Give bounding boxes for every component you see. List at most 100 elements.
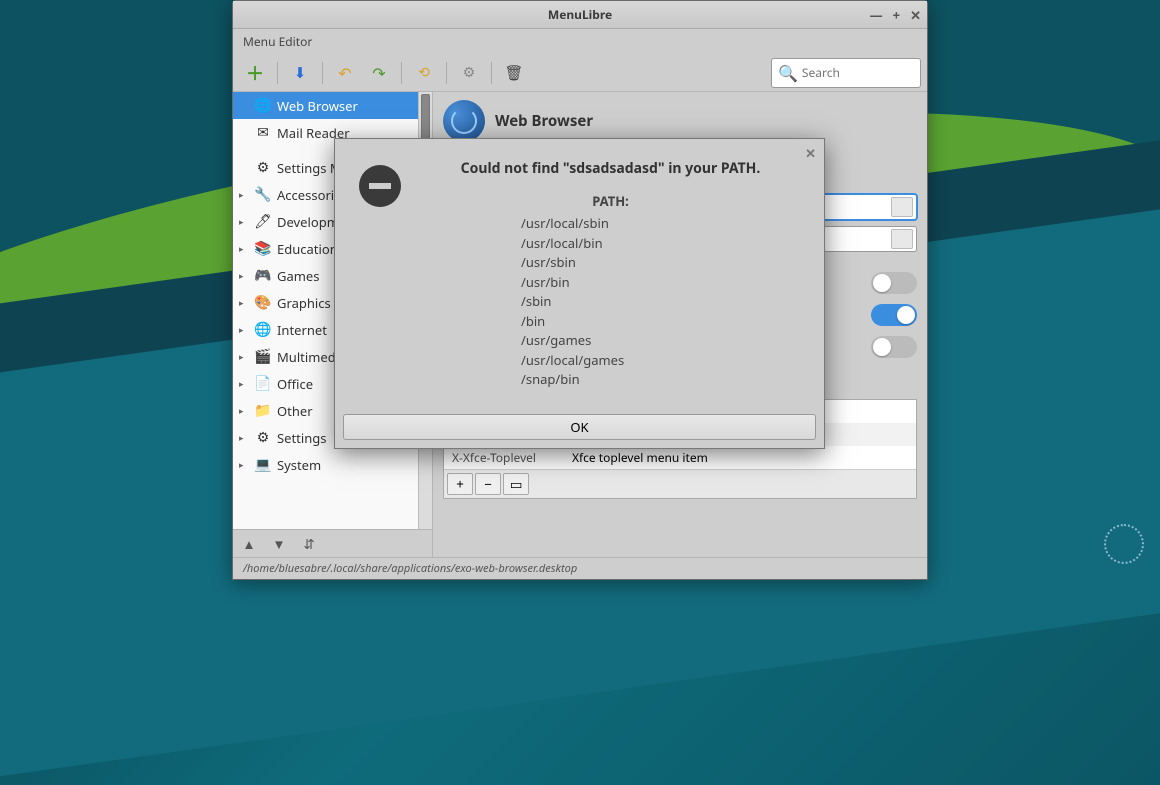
category-add-button[interactable]: +: [447, 473, 473, 495]
ok-button[interactable]: OK: [343, 414, 816, 440]
dev-icon: 🖊: [254, 213, 272, 231]
error-icon: [359, 165, 401, 207]
delete-button[interactable]: 🗑: [498, 58, 530, 88]
system-icon: 💻: [254, 456, 272, 474]
toolbar: ＋ ⬇ ↶ ↷ ⟲ ⚙ 🗑 🔍: [233, 54, 927, 92]
save-button[interactable]: ⬇: [284, 58, 316, 88]
minus-icon: −: [484, 475, 492, 493]
category-value: Xfce toplevel menu item: [572, 449, 708, 466]
search-icon: 🔍: [778, 62, 798, 84]
close-button[interactable]: ✕: [910, 6, 921, 24]
search-box[interactable]: 🔍: [771, 58, 921, 88]
search-input[interactable]: [802, 64, 914, 81]
sidebar-item-label: Web Browser: [277, 97, 358, 115]
toggle-2[interactable]: [871, 304, 917, 326]
sidebar-item-label: Other: [277, 402, 313, 420]
category-clear-button[interactable]: ▭: [503, 473, 529, 495]
expand-icon: ▸: [239, 377, 249, 390]
office-icon: 📄: [254, 375, 272, 393]
path-entry: /usr/games: [521, 331, 800, 351]
revert-button[interactable]: ⟲: [408, 58, 440, 88]
path-entry: /snap/bin: [521, 370, 800, 390]
move-up-button[interactable]: ▲: [235, 532, 263, 555]
gears-icon: ⚙: [463, 63, 476, 82]
expand-icon: ▸: [239, 350, 249, 363]
sidebar-item-label: System: [277, 456, 321, 474]
category-key: X-Xfce-Toplevel: [452, 449, 572, 466]
expand-icon: ▸: [239, 404, 249, 417]
sidebar-item-system[interactable]: ▸ 💻 System: [233, 451, 418, 478]
path-entry: /usr/local/sbin: [521, 214, 800, 234]
path-entry: /usr/sbin: [521, 253, 800, 273]
graphics-icon: 🎨: [254, 294, 272, 312]
toggle-1[interactable]: [871, 272, 917, 294]
edu-icon: 📚: [254, 240, 272, 258]
path-entry: /usr/local/games: [521, 351, 800, 371]
path-entry: /usr/bin: [521, 273, 800, 293]
move-down-button[interactable]: ▼: [265, 532, 293, 555]
undo-button[interactable]: ↶: [329, 58, 361, 88]
revert-icon: ⟲: [418, 63, 430, 82]
expand-icon: ▸: [239, 188, 249, 201]
add-button[interactable]: ＋: [239, 58, 271, 88]
sidebar-item-web-browser[interactable]: 🌐 Web Browser: [233, 92, 418, 119]
expand-icon: ▸: [239, 296, 249, 309]
sort-button[interactable]: ⇵: [295, 532, 323, 555]
dialog-close-button[interactable]: ✕: [805, 144, 816, 162]
redo-button[interactable]: ↷: [363, 58, 395, 88]
path-label: PATH:: [421, 192, 800, 210]
expand-icon: ▸: [239, 458, 249, 471]
arrow-down-icon: ▼: [272, 535, 285, 553]
expand-icon: ▸: [239, 269, 249, 282]
expand-icon: ▸: [239, 242, 249, 255]
window-subtitle: Menu Editor: [233, 29, 927, 54]
content-title: Web Browser: [495, 111, 593, 131]
execute-button[interactable]: ⚙: [453, 58, 485, 88]
globe-icon: 🌐: [254, 97, 272, 115]
settings-icon: ⚙: [254, 429, 272, 447]
dock-indicator[interactable]: [1104, 524, 1144, 564]
redo-icon: ↷: [372, 62, 385, 84]
sidebar-item-label: Office: [277, 375, 313, 393]
sidebar-item-label: Games: [277, 267, 319, 285]
media-icon: 🎬: [254, 348, 272, 366]
path-entry: /bin: [521, 312, 800, 332]
trash-icon: 🗑: [504, 63, 523, 83]
expand-icon: ▸: [239, 431, 249, 444]
games-icon: 🎮: [254, 267, 272, 285]
toggle-3[interactable]: [871, 336, 917, 358]
globe-icon: 🌐: [254, 321, 272, 339]
expand-icon: ▸: [239, 323, 249, 336]
sidebar-item-label: Settings: [277, 429, 326, 447]
save-icon: ⬇: [294, 63, 307, 83]
statusbar: /home/bluesabre/.local/share/application…: [233, 557, 927, 579]
sidebar-footer: ▲ ▼ ⇵: [233, 529, 432, 557]
sort-icon: ⇵: [303, 535, 314, 553]
expand-icon: ▸: [239, 215, 249, 228]
dialog-title: Could not find "sdsadsadasd" in your PAT…: [421, 159, 800, 178]
sidebar-item-label: Internet: [277, 321, 327, 339]
path-entry: /usr/local/bin: [521, 234, 800, 254]
browse-dir-button[interactable]: [891, 229, 913, 249]
category-remove-button[interactable]: −: [475, 473, 501, 495]
sidebar-item-label: Graphics: [277, 294, 331, 312]
path-entry: /sbin: [521, 292, 800, 312]
minimize-button[interactable]: —: [870, 6, 883, 24]
sidebar-item-label: Education: [277, 240, 338, 258]
path-list: /usr/local/sbin/usr/local/bin/usr/sbin/u…: [421, 214, 800, 390]
other-icon: 📁: [254, 402, 272, 420]
statusbar-path: /home/bluesabre/.local/share/application…: [243, 561, 577, 576]
mail-icon: ✉: [254, 124, 272, 142]
settings-icon: ⚙: [254, 159, 272, 177]
category-row[interactable]: X-Xfce-ToplevelXfce toplevel menu item: [444, 446, 916, 469]
app-icon[interactable]: [443, 100, 485, 142]
maximize-button[interactable]: +: [893, 6, 900, 24]
arrow-up-icon: ▲: [242, 535, 255, 553]
browse-command-button[interactable]: [891, 197, 913, 217]
swiss-icon: 🔧: [254, 186, 272, 204]
error-dialog: ✕ Could not find "sdsadsadasd" in your P…: [334, 138, 825, 449]
window-title: MenuLibre: [548, 6, 612, 23]
plus-icon: ＋: [246, 60, 264, 86]
undo-icon: ↶: [338, 62, 351, 84]
titlebar[interactable]: MenuLibre — + ✕: [233, 1, 927, 29]
